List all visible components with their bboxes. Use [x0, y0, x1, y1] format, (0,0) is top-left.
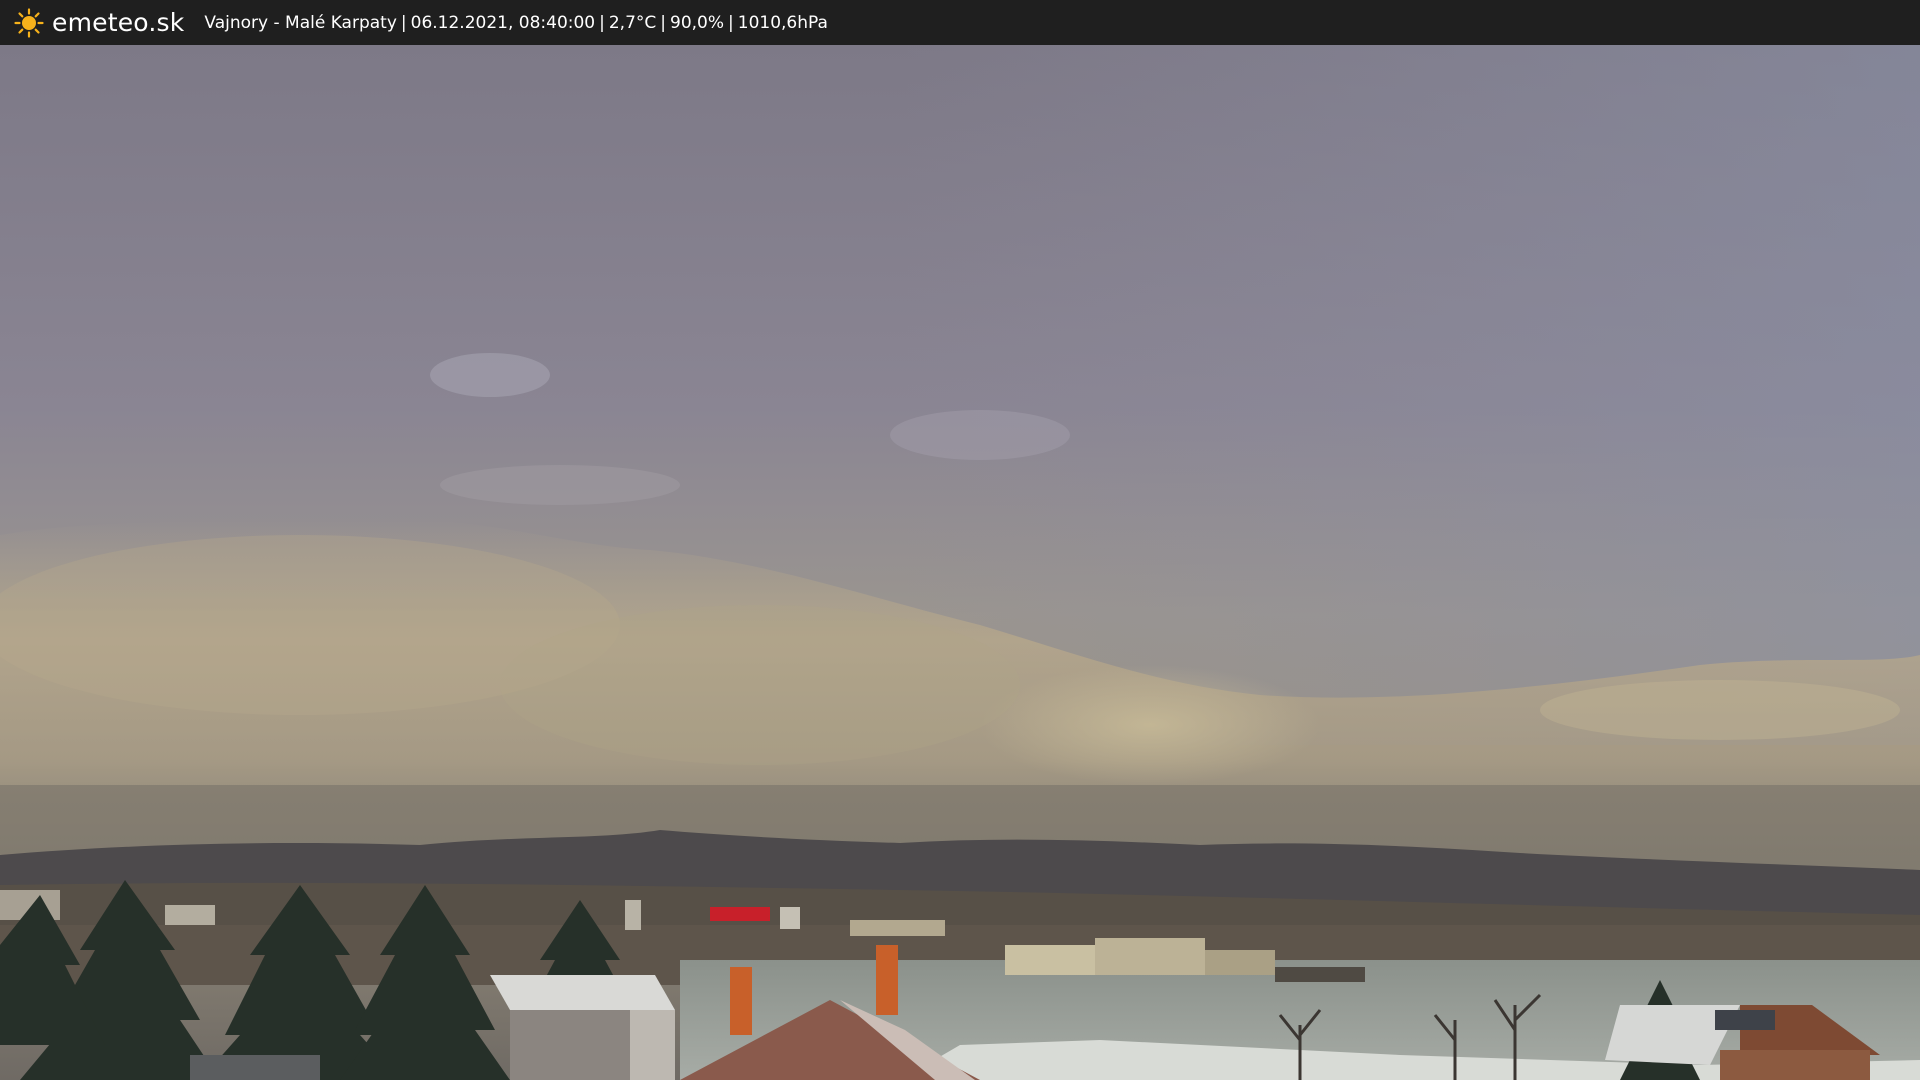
info-bar: emeteo.sk Vajnory - Malé Karpaty | 06.12.2…: [0, 0, 1920, 45]
temperature-label: 2,7°C: [608, 12, 657, 33]
webcam-frame: emeteo.sk Vajnory - Malé Karpaty | 06.12.2…: [0, 0, 1920, 1080]
humidity-label: 90,0%: [670, 12, 725, 33]
site-logo-text: emeteo.sk: [52, 8, 185, 37]
webcam-image: [0, 45, 1920, 1080]
house-left: [490, 975, 675, 1080]
location-label: Vajnory - Malé Karpaty: [204, 12, 397, 33]
datetime-label: 06.12.2021, 08:40:00: [410, 12, 596, 33]
pressure-label: 1010,6hPa: [737, 12, 828, 33]
station-info: Vajnory - Malé Karpaty | 06.12.2021, 08:40…: [204, 12, 828, 33]
sun-icon: [14, 7, 44, 38]
